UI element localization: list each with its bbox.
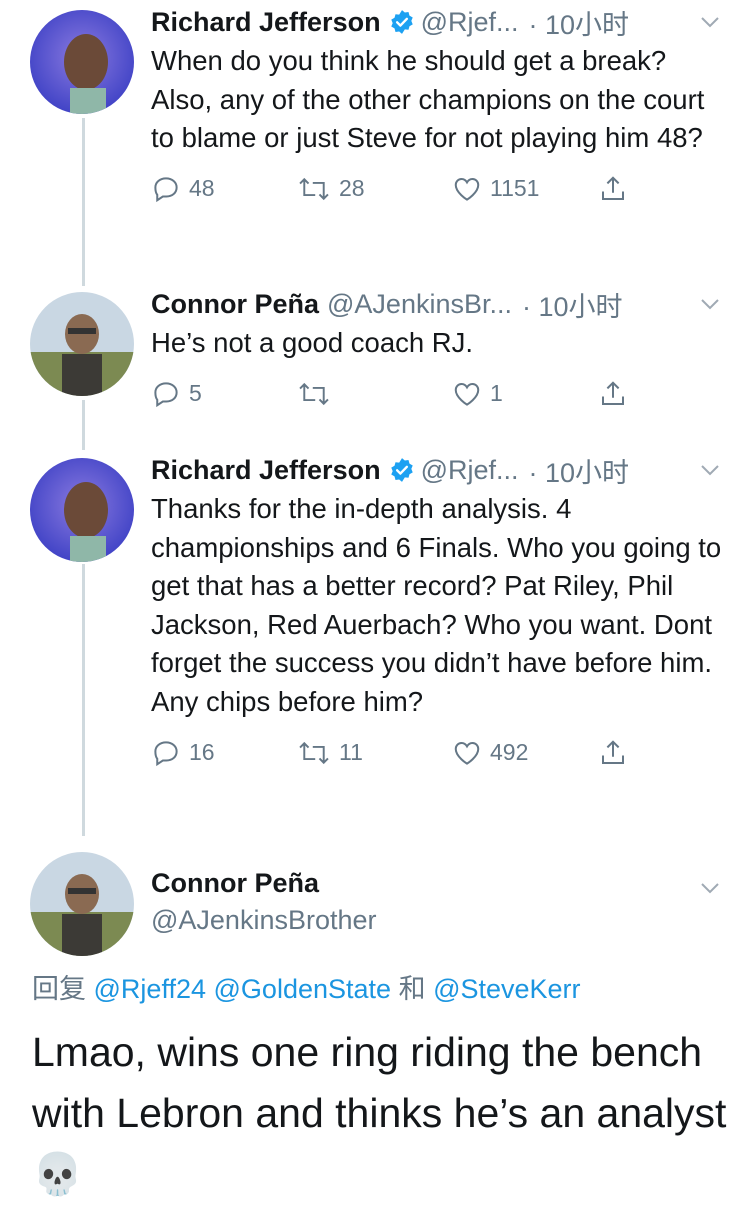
tweet-text-body: Lmao, wins one ring riding the bench wit… <box>32 1029 727 1136</box>
mention-link[interactable]: @Rjeff24 <box>94 974 206 1004</box>
retweet-icon <box>297 379 331 409</box>
retweet-count: 28 <box>339 175 365 202</box>
timestamp[interactable]: · 10小时 <box>529 3 630 42</box>
tweet-text: Thanks for the in-depth analysis. 4 cham… <box>151 493 722 717</box>
reply-icon <box>151 174 181 204</box>
author-handle[interactable]: @AJenkinsBr... <box>327 289 512 320</box>
author-name[interactable]: Connor Peña <box>151 868 319 899</box>
verified-badge-icon <box>389 9 415 35</box>
like-button[interactable]: 1 <box>452 379 503 409</box>
chevron-down-icon[interactable] <box>698 292 722 321</box>
author-name[interactable]: Richard Jefferson <box>151 7 381 38</box>
thread-line <box>82 400 85 450</box>
avatar[interactable] <box>30 458 134 562</box>
heart-icon <box>452 738 482 768</box>
retweet-icon <box>297 738 331 768</box>
reply-count: 16 <box>189 739 215 766</box>
timestamp[interactable]: · 10小时 <box>522 285 623 324</box>
verified-badge-icon <box>389 457 415 483</box>
tweet-actions: 48 28 1151 <box>151 174 722 214</box>
like-count: 1 <box>490 380 503 407</box>
reply-button[interactable]: 16 <box>151 738 215 768</box>
author-handle[interactable]: @Rjef... <box>421 455 519 486</box>
share-button[interactable] <box>598 738 628 768</box>
conjunction: 和 <box>398 974 426 1004</box>
reply-button[interactable]: 48 <box>151 174 215 204</box>
share-button[interactable] <box>598 379 628 409</box>
mention-link[interactable]: @SteveKerr <box>433 974 580 1004</box>
replying-to: 回复 @Rjeff24 @GoldenState 和 @SteveKerr <box>32 967 581 1006</box>
share-icon <box>598 738 628 768</box>
retweet-count: 11 <box>339 739 363 766</box>
heart-icon <box>452 379 482 409</box>
heart-icon <box>452 174 482 204</box>
tweet-text: When do you think he should get a break?… <box>151 45 705 154</box>
thread-line <box>82 118 85 286</box>
avatar[interactable] <box>30 292 134 396</box>
chevron-down-icon[interactable] <box>698 10 722 39</box>
author-handle[interactable]: @AJenkinsBrother <box>151 905 377 936</box>
tweet-text: He’s not a good coach RJ. <box>151 327 474 358</box>
tweet-actions: 16 11 492 <box>151 738 722 778</box>
timestamp[interactable]: · 10小时 <box>529 451 630 490</box>
thread-line <box>82 564 85 836</box>
skull-emoji: 💀 <box>32 1151 84 1197</box>
retweet-button[interactable] <box>297 379 339 409</box>
chevron-down-icon[interactable] <box>698 458 722 487</box>
reply-prefix: 回复 <box>32 974 86 1004</box>
reply-icon <box>151 379 181 409</box>
reply-button[interactable]: 5 <box>151 379 202 409</box>
mention-link[interactable]: @GoldenState <box>214 974 392 1004</box>
retweet-icon <box>297 174 331 204</box>
chevron-down-icon[interactable] <box>698 876 722 905</box>
retweet-button[interactable]: 28 <box>297 174 365 204</box>
author-name[interactable]: Richard Jefferson <box>151 455 381 486</box>
avatar[interactable] <box>30 852 134 956</box>
retweet-button[interactable]: 11 <box>297 738 363 768</box>
avatar[interactable] <box>30 10 134 114</box>
share-icon <box>598 174 628 204</box>
like-button[interactable]: 1151 <box>452 174 539 204</box>
share-button[interactable] <box>598 174 628 204</box>
author-name[interactable]: Connor Peña <box>151 289 319 320</box>
like-count: 492 <box>490 739 529 766</box>
reply-count: 5 <box>189 380 202 407</box>
author-handle[interactable]: @Rjef... <box>421 7 519 38</box>
like-count: 1151 <box>490 175 540 202</box>
reply-count: 48 <box>189 175 215 202</box>
reply-icon <box>151 738 181 768</box>
like-button[interactable]: 492 <box>452 738 528 768</box>
tweet-text: Lmao, wins one ring riding the bench wit… <box>32 1022 732 1205</box>
share-icon <box>598 379 628 409</box>
tweet-actions: 5 1 <box>151 379 722 419</box>
